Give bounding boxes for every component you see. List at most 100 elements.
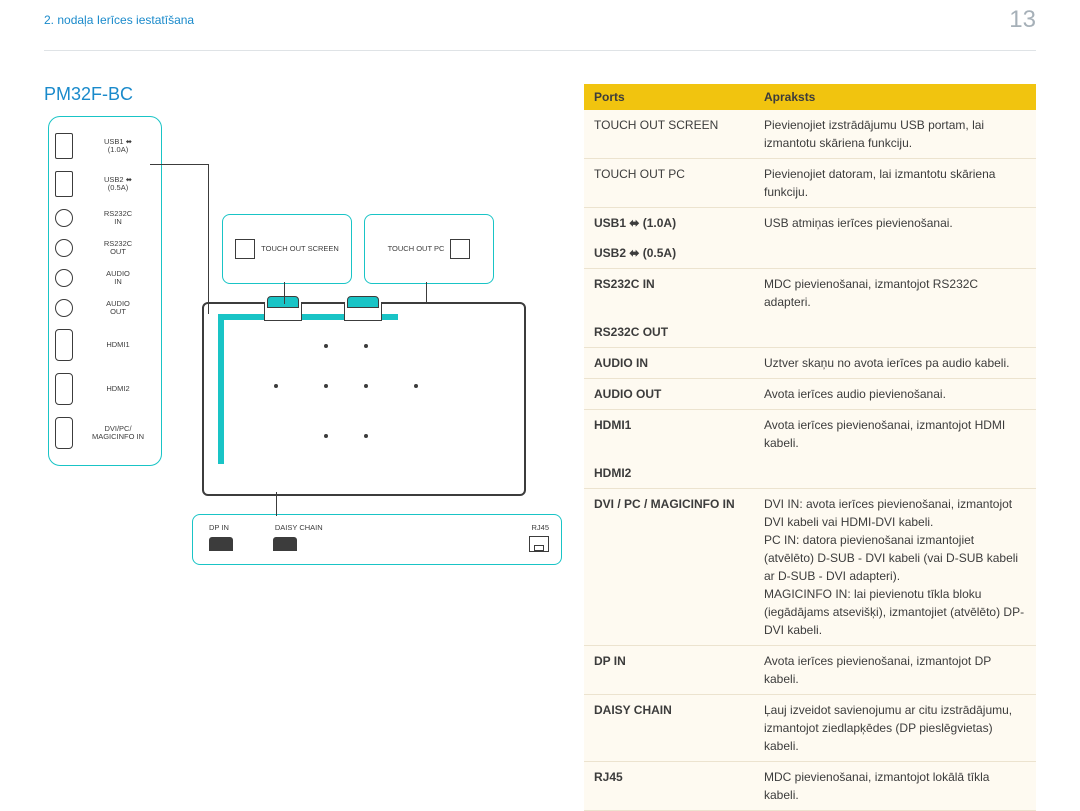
- table-row: AUDIO OUTAvota ierīces audio pievienošan…: [584, 379, 1036, 410]
- port-name-cell: AUDIO IN: [584, 348, 754, 379]
- table-row: DP INAvota ierīces pievienošanai, izmant…: [584, 646, 1036, 695]
- port-label: HDMI2: [81, 385, 155, 393]
- port-desc-cell: [754, 458, 1036, 489]
- leader-line: [276, 492, 277, 516]
- port-label: RS232C OUT: [81, 240, 155, 257]
- port-name-cell: USB2 ⬌ (0.5A): [584, 238, 754, 269]
- table-row: DVI / PC / MAGICINFO INDVI IN: avota ier…: [584, 489, 1036, 646]
- port-name-cell: HDMI2: [584, 458, 754, 489]
- port-row: RS232C IN: [55, 209, 155, 227]
- port-name-cell: TOUCH OUT SCREEN: [584, 110, 754, 159]
- diagram-area: PM32F-BC USB1 ⬌ (1.0A) USB2 ⬌ (0.5A) RS232…: [44, 84, 544, 763]
- table-row: DAISY CHAINĻauj izveidot savienojumu ar …: [584, 695, 1036, 762]
- port-name-cell: TOUCH OUT PC: [584, 159, 754, 208]
- port-label: USB1 ⬌ (1.0A): [81, 138, 155, 155]
- table-row: TOUCH OUT SCREENPievienojiet izstrādājum…: [584, 110, 1036, 159]
- port-name-cell: DVI / PC / MAGICINFO IN: [584, 489, 754, 646]
- highlight-bar: [218, 314, 224, 464]
- port-label: HDMI1: [81, 341, 155, 349]
- port-desc-cell: [754, 317, 1036, 348]
- table-row: RS232C OUT: [584, 317, 1036, 348]
- table-header-desc: Apraksts: [754, 84, 1036, 110]
- dp-port-icon: [273, 537, 297, 551]
- port-row: RS232C OUT: [55, 239, 155, 257]
- ports-table-wrap: Ports Apraksts TOUCH OUT SCREENPievienoj…: [584, 84, 1036, 763]
- port-label: USB2 ⬌ (0.5A): [81, 176, 155, 193]
- port-label: AUDIO IN: [81, 270, 155, 287]
- port-name-cell: AUDIO OUT: [584, 379, 754, 410]
- port-row: DVI/PC/ MAGICINFO IN: [55, 417, 155, 449]
- table-row: AUDIO INUztver skaņu no avota ierīces pa…: [584, 348, 1036, 379]
- leader-line: [208, 164, 209, 314]
- page-content: PM32F-BC USB1 ⬌ (1.0A)USB2 ⬌ (0.5A)RS232…: [44, 84, 1036, 763]
- port-desc-cell: Avota ierīces audio pievienošanai.: [754, 379, 1036, 410]
- port-desc-cell: USB atmiņas ierīces pievienošanai.: [754, 208, 1036, 239]
- device-rear-view: [202, 302, 526, 496]
- port-name-cell: RS232C OUT: [584, 317, 754, 348]
- chapter-title: 2. nodaļa Ierīces iestatīšana: [44, 13, 194, 27]
- port-row: USB1 ⬌ (1.0A): [55, 133, 155, 159]
- ports-panel: USB1 ⬌ (1.0A) USB2 ⬌ (0.5A) RS232C IN RS232…: [48, 116, 162, 466]
- port-row: HDMI2: [55, 373, 155, 405]
- touch-out-pc-label: TOUCH OUT PC: [388, 245, 445, 253]
- table-row: TOUCH OUT PCPievienojiet datoram, lai iz…: [584, 159, 1036, 208]
- table-row: USB2 ⬌ (0.5A): [584, 238, 1036, 269]
- leader-line: [150, 164, 208, 165]
- port-desc-cell: Uztver skaņu no avota ierīces pa audio k…: [754, 348, 1036, 379]
- touch-out-screen-label: TOUCH OUT SCREEN: [261, 245, 339, 253]
- table-row: RS232C INMDC pievienošanai, izmantojot R…: [584, 269, 1036, 318]
- port-label: DVI/PC/ MAGICINFO IN: [81, 425, 155, 442]
- port-desc-cell: DVI IN: avota ierīces pievienošanai, izm…: [754, 489, 1036, 646]
- bottom-ports-box: DP IN DAISY CHAIN RJ45: [192, 514, 562, 565]
- port-desc-cell: Pievienojiet izstrādājumu USB portam, la…: [754, 110, 1036, 159]
- rj45-label: RJ45: [531, 523, 549, 532]
- port-label: RS232C IN: [81, 210, 155, 227]
- rj45-port-icon: [529, 536, 549, 552]
- table-row: HDMI1Avota ierīces pievienošanai, izmant…: [584, 410, 1036, 459]
- port-shape-circ: [55, 299, 73, 317]
- port-shape-circ: [55, 269, 73, 287]
- port-name-cell: RJ45: [584, 762, 754, 811]
- dp-in-label: DP IN: [209, 523, 229, 532]
- leader-line: [426, 282, 427, 304]
- daisy-chain-label: DAISY CHAIN: [275, 523, 323, 532]
- page-number: 13: [1009, 6, 1036, 34]
- port-desc-cell: [754, 238, 1036, 269]
- port-name-cell: HDMI1: [584, 410, 754, 459]
- header-rule: [44, 50, 1036, 51]
- usb-port-icon: [450, 239, 470, 259]
- table-header-ports: Ports: [584, 84, 754, 110]
- touch-out-screen-box: TOUCH OUT SCREEN: [222, 214, 352, 284]
- port-desc-cell: MDC pievienošanai, izmantojot lokālā tīk…: [754, 762, 1036, 811]
- port-shape-usb: [55, 133, 73, 159]
- dp-port-icon: [209, 537, 233, 551]
- port-desc-cell: Avota ierīces pievienošanai, izmantojot …: [754, 646, 1036, 695]
- port-row: HDMI1: [55, 329, 155, 361]
- usb-port-icon: [235, 239, 255, 259]
- port-label: AUDIO OUT: [81, 300, 155, 317]
- leader-line: [284, 282, 285, 304]
- touch-out-pc-box: TOUCH OUT PC: [364, 214, 494, 284]
- port-row: AUDIO IN: [55, 269, 155, 287]
- port-shape-trap: [55, 329, 73, 361]
- port-name-cell: DP IN: [584, 646, 754, 695]
- port-desc-cell: Pievienojiet datoram, lai izmantotu skār…: [754, 159, 1036, 208]
- port-shape-usb: [55, 171, 73, 197]
- port-desc-cell: Ļauj izveidot savienojumu ar citu izstrā…: [754, 695, 1036, 762]
- port-name-cell: DAISY CHAIN: [584, 695, 754, 762]
- top-connector-icon: [344, 302, 382, 321]
- top-connector-icon: [264, 302, 302, 321]
- port-name-cell: RS232C IN: [584, 269, 754, 318]
- table-row: RJ45MDC pievienošanai, izmantojot lokālā…: [584, 762, 1036, 811]
- ports-table: Ports Apraksts TOUCH OUT SCREENPievienoj…: [584, 84, 1036, 811]
- port-name-cell: USB1 ⬌ (1.0A): [584, 208, 754, 239]
- port-shape-circ: [55, 209, 73, 227]
- table-row: HDMI2: [584, 458, 1036, 489]
- port-shape-trap: [55, 373, 73, 405]
- table-row: USB1 ⬌ (1.0A)USB atmiņas ierīces pievien…: [584, 208, 1036, 239]
- port-desc-cell: MDC pievienošanai, izmantojot RS232C ada…: [754, 269, 1036, 318]
- port-row: AUDIO OUT: [55, 299, 155, 317]
- port-shape-trap: [55, 417, 73, 449]
- model-title: PM32F-BC: [44, 84, 544, 105]
- port-row: USB2 ⬌ (0.5A): [55, 171, 155, 197]
